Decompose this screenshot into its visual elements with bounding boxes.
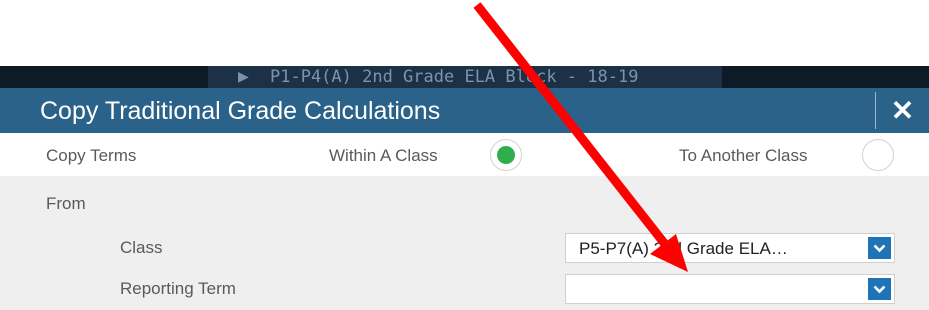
- within-a-class-label[interactable]: Within A Class: [329, 146, 438, 166]
- close-button[interactable]: ✕: [876, 88, 929, 133]
- class-select-value: P5-P7(A) 2nd Grade ELA…: [579, 239, 788, 258]
- dialog-title: Copy Traditional Grade Calculations: [40, 97, 441, 125]
- chevron-down-icon[interactable]: [868, 278, 891, 300]
- from-section: From Class P5-P7(A) 2nd Grade ELA… Repor…: [0, 176, 929, 310]
- class-select[interactable]: P5-P7(A) 2nd Grade ELA…: [565, 233, 895, 263]
- copy-terms-label: Copy Terms: [46, 146, 137, 165]
- to-another-class-radio[interactable]: [862, 139, 894, 171]
- background-class-tab-label: P1-P4(A) 2nd Grade ELA Block - 18-19: [270, 67, 639, 87]
- reporting-term-select-value: [579, 275, 863, 303]
- class-label: Class: [120, 238, 163, 257]
- from-label: From: [46, 194, 86, 213]
- reporting-term-select[interactable]: [565, 274, 895, 304]
- to-another-class-label[interactable]: To Another Class: [679, 146, 808, 166]
- chevron-down-icon[interactable]: [868, 237, 891, 259]
- screenshot-stage: ▶ P1-P4(A) 2nd Grade ELA Block - 18-19 C…: [0, 0, 929, 310]
- copy-grade-calculations-dialog: Copy Traditional Grade Calculations ✕ Co…: [0, 88, 929, 310]
- close-icon: ✕: [890, 95, 915, 126]
- dialog-title-bar: Copy Traditional Grade Calculations ✕: [0, 88, 929, 133]
- background-class-tab[interactable]: ▶ P1-P4(A) 2nd Grade ELA Block - 18-19: [208, 66, 722, 88]
- within-a-class-radio[interactable]: [490, 139, 522, 171]
- copy-terms-row: Copy Terms Within A Class To Another Cla…: [0, 133, 929, 176]
- reporting-term-label: Reporting Term: [120, 279, 236, 298]
- play-triangle-icon: ▶: [238, 69, 249, 85]
- radio-selected-dot: [497, 146, 515, 164]
